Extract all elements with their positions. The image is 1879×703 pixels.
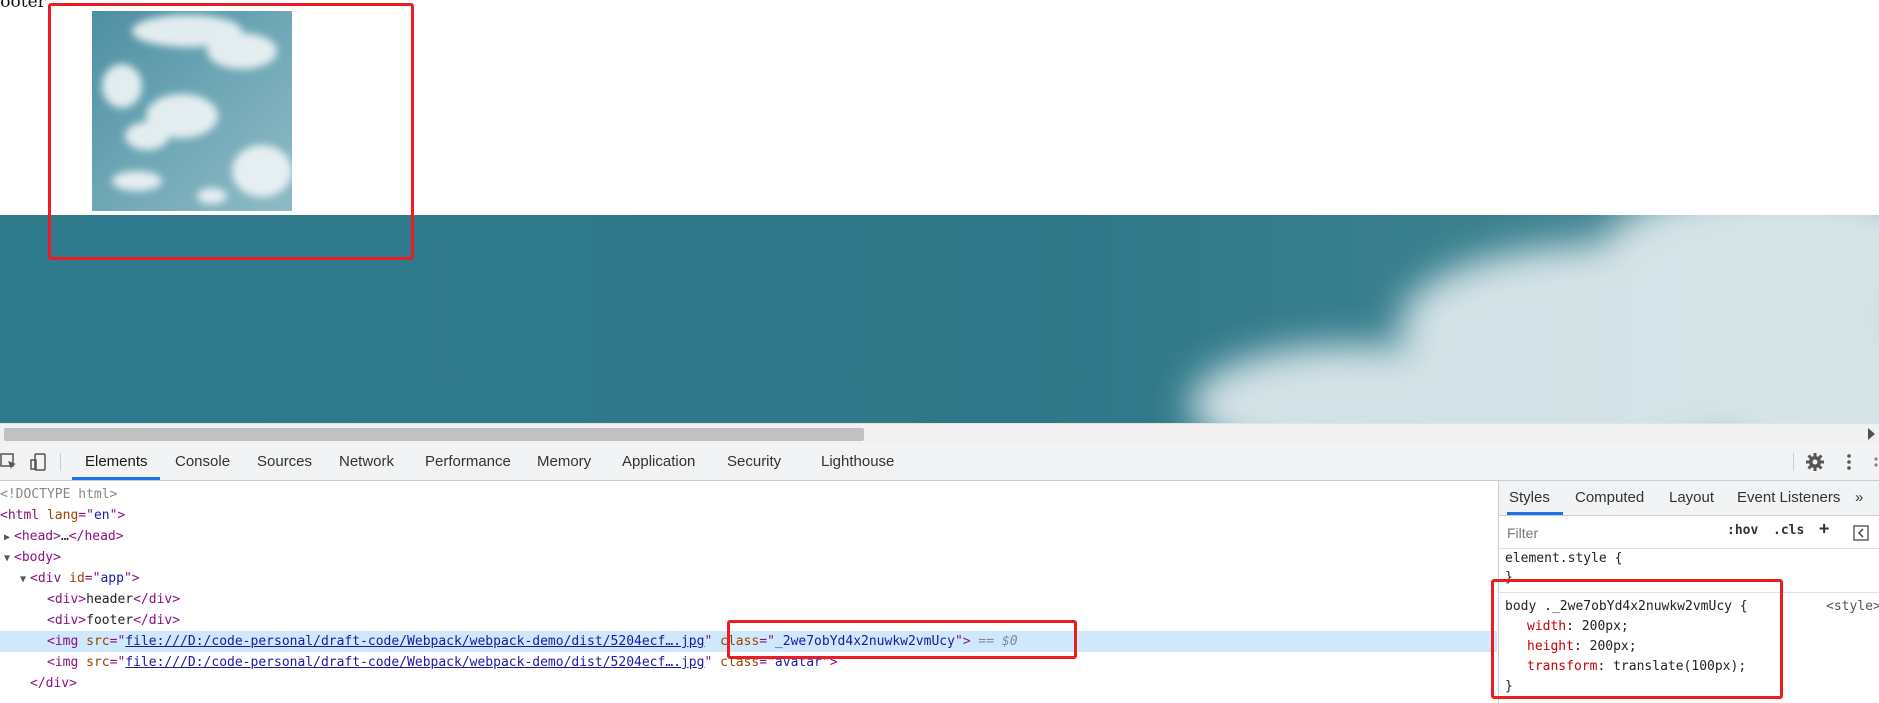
elements-dom-tree: <!DOCTYPE html> <html lang="en"> ▶ <head>… <box>0 481 1497 703</box>
toolbar-divider <box>60 453 61 471</box>
more-options-icon[interactable] <box>1840 453 1858 471</box>
img-src-attr: src <box>86 655 110 670</box>
active-tab-indicator <box>72 477 160 480</box>
tab-lighthouse[interactable]: Lighthouse <box>821 444 894 480</box>
header-text: header <box>86 592 134 607</box>
html-lang-attr: lang <box>46 508 79 523</box>
img-src-link[interactable]: file:///D:/code-personal/draft-code/Webp… <box>125 655 704 670</box>
html-lang-value: en <box>93 508 110 523</box>
devtools-toolbar: Elements Console Sources Network Perform… <box>0 444 1879 481</box>
highlight-box-css-rule <box>1491 579 1783 699</box>
img-tag: img <box>54 634 79 649</box>
tab-performance[interactable]: Performance <box>425 444 511 480</box>
horizontal-scrollbar[interactable] <box>0 423 1879 444</box>
inspect-element-icon[interactable] <box>0 453 18 471</box>
footer-text: footer <box>0 0 46 12</box>
highlight-box-image <box>48 3 414 260</box>
div-id-attr: id <box>69 571 85 586</box>
settings-gear-icon[interactable] <box>1806 453 1824 471</box>
toolbar-divider <box>1793 453 1794 471</box>
tab-elements[interactable]: Elements <box>85 444 148 480</box>
toggle-sidebar-icon[interactable] <box>1853 525 1869 541</box>
class-toggle[interactable]: .cls <box>1773 523 1804 538</box>
expand-triangle-icon[interactable]: ▶ <box>4 527 14 548</box>
close-devtools-icon[interactable] <box>1868 453 1879 471</box>
collapse-triangle-icon[interactable]: ▼ <box>20 569 30 590</box>
styles-sidebar: Styles Computed Layout Event Listeners »… <box>1491 481 1879 703</box>
filter-row: :hov .cls + <box>1499 516 1879 549</box>
element-style-selector[interactable]: element.style { <box>1505 551 1622 566</box>
html-tag: html <box>7 508 40 523</box>
dom-line-body[interactable]: ▼ <body> <box>4 547 61 568</box>
more-tabs-icon[interactable]: » <box>1855 481 1863 515</box>
dom-line-html[interactable]: <html lang="en"> <box>0 505 125 526</box>
scrollbar-thumb[interactable] <box>4 428 864 441</box>
tab-sources[interactable]: Sources <box>257 444 312 480</box>
dom-line-doctype[interactable]: <!DOCTYPE html> <box>0 484 117 505</box>
dom-line-head[interactable]: ▶ <head>…</head> <box>4 526 124 547</box>
doctype-text: <!DOCTYPE html> <box>0 487 118 502</box>
body-tag: body <box>21 550 54 565</box>
tab-event-listeners[interactable]: Event Listeners <box>1737 481 1840 515</box>
dom-line-div-app[interactable]: ▼ <div id="app"> <box>20 568 140 589</box>
div-id-value: app <box>100 571 124 586</box>
tab-computed[interactable]: Computed <box>1575 481 1644 515</box>
styles-tabbar: Styles Computed Layout Event Listeners » <box>1499 481 1879 516</box>
img-src-attr: src <box>86 634 110 649</box>
tab-layout[interactable]: Layout <box>1669 481 1714 515</box>
dom-line-img-avatar[interactable]: <img src="file:///D:/code-personal/draft… <box>47 652 838 673</box>
tab-application[interactable]: Application <box>622 444 695 480</box>
img-src-link[interactable]: file:///D:/code-personal/draft-code/Webp… <box>125 634 704 649</box>
head-tag: head <box>21 529 54 544</box>
dom-line-div-header[interactable]: <div>header</div> <box>47 589 180 610</box>
active-tab-indicator <box>1507 512 1563 515</box>
tab-network[interactable]: Network <box>339 444 394 480</box>
device-toolbar-icon[interactable] <box>30 453 48 471</box>
tab-styles[interactable]: Styles <box>1509 481 1550 515</box>
new-rule-button[interactable]: + <box>1819 519 1829 539</box>
scroll-right-arrow-icon[interactable] <box>1868 428 1875 440</box>
img-tag: img <box>54 655 79 670</box>
tab-memory[interactable]: Memory <box>537 444 591 480</box>
head-ellipsis: … <box>60 529 69 544</box>
collapse-triangle-icon[interactable]: ▼ <box>4 548 14 569</box>
tab-security[interactable]: Security <box>727 444 781 480</box>
tab-console[interactable]: Console <box>175 444 230 480</box>
dom-line-div-footer[interactable]: <div>footer</div> <box>47 610 180 631</box>
footer-dom-text: footer <box>86 613 134 628</box>
highlight-box-class <box>727 620 1077 659</box>
div-close-tag: div <box>45 676 70 691</box>
page-viewport: footer <box>0 0 1879 423</box>
css-rule-source-link[interactable]: <style> <box>1826 599 1879 614</box>
styles-filter-input[interactable] <box>1505 521 1717 545</box>
div-tag: div <box>37 571 62 586</box>
hover-state-toggle[interactable]: :hov <box>1727 523 1758 538</box>
dom-line-div-close[interactable]: </div> <box>30 673 77 694</box>
